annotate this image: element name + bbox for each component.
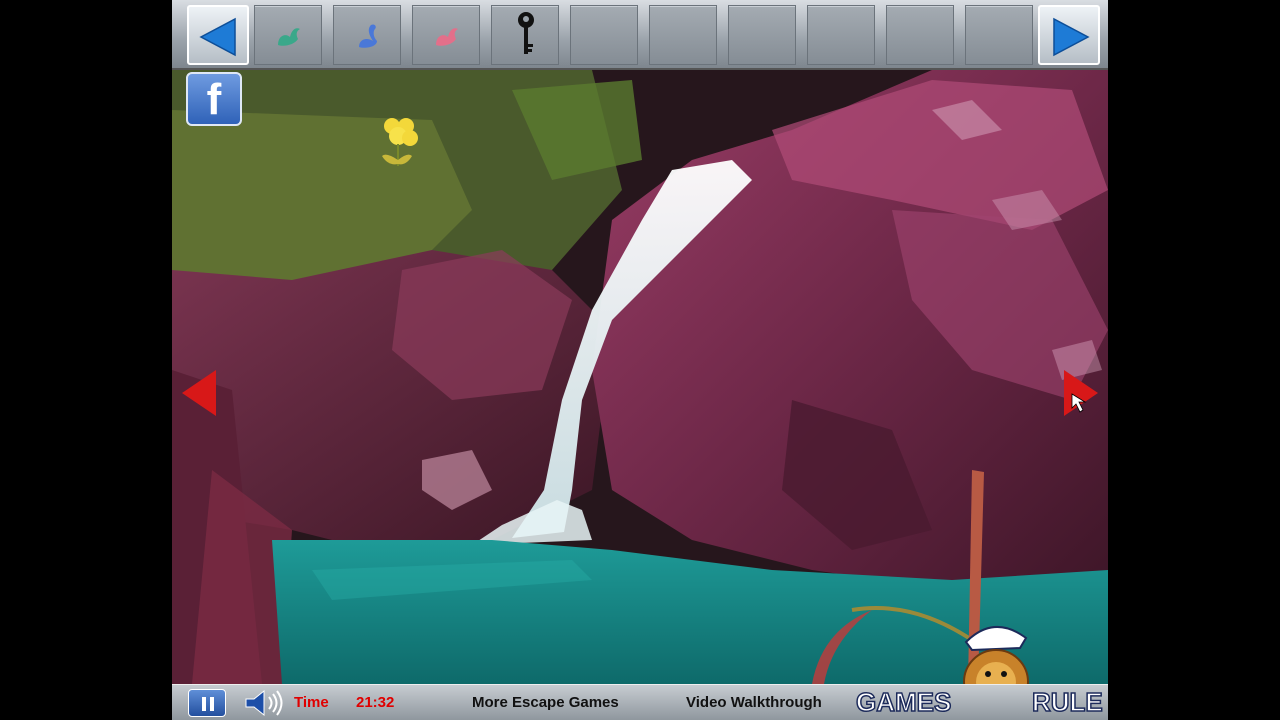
inventory-slot-3[interactable] [412,5,480,65]
game-container: f Time 21:32 More Escape Games Video Wal… [172,0,1108,720]
pause-button[interactable] [188,689,226,717]
green-bird-icon [278,28,300,46]
video-walkthrough-link[interactable]: Video Walkthrough [686,694,822,711]
time-label: Time [294,694,329,711]
time-value: 21:32 [356,694,395,711]
facebook-button[interactable]: f [186,72,242,126]
inventory-slot-10[interactable] [965,5,1033,65]
inventory-slot-9[interactable] [886,5,954,65]
logo-text-rule: RULE [1031,686,1103,718]
sound-icon[interactable] [242,688,288,718]
logo-text-games: GAMES [855,686,952,718]
pause-icon-bar [210,697,214,711]
arrow-right-icon [1053,17,1090,57]
more-escape-games-link[interactable]: More Escape Games [472,694,619,711]
inventory-slot-4[interactable] [491,5,559,65]
game-scene: f [172,70,1108,684]
pink-bird-icon [436,28,458,46]
inventory-bar [172,0,1108,70]
yellow-flower[interactable] [376,116,436,172]
inventory-prev-button[interactable] [187,5,249,65]
inventory-next-button[interactable] [1038,5,1100,65]
inventory-slot-5[interactable] [570,5,638,65]
inventory-slot-1[interactable] [254,5,322,65]
key-icon [518,12,534,54]
scene-nav-left-arrow[interactable] [180,368,220,418]
blue-swan-icon [359,24,377,48]
scene-nav-right-arrow[interactable] [1060,368,1100,418]
pause-icon-bar [202,697,206,711]
inventory-slot-8[interactable] [807,5,875,65]
inventory-slot-7[interactable] [728,5,796,65]
arrow-left-icon [199,17,236,57]
inventory-slot-2[interactable] [333,5,401,65]
games-rule-logo[interactable]: GAMES RULE [855,685,1103,720]
bottom-bar: Time 21:32 More Escape Games Video Walkt… [172,684,1108,720]
inventory-slot-6[interactable] [649,5,717,65]
waterfall-scene-illustration [172,70,1108,684]
